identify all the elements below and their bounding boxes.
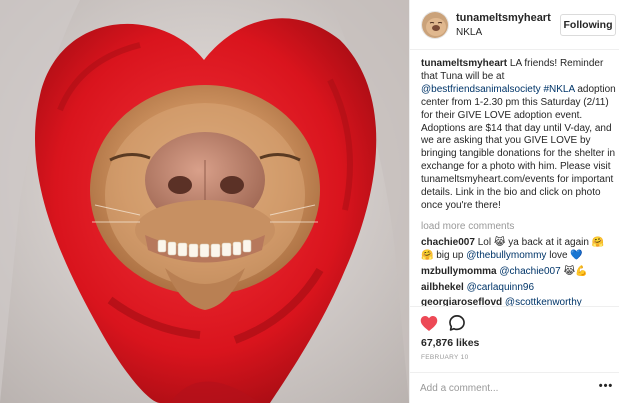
- post-date: FEBRUARY 10: [421, 354, 469, 361]
- comment-mention[interactable]: @thebullymommy: [466, 250, 546, 261]
- caption-text-3: adoption center from 1-2.30 pm this Satu…: [421, 83, 616, 211]
- laughing-cat-emoji-icon: 😹: [493, 236, 506, 248]
- comment-text: Lol: [474, 236, 494, 248]
- comments-list[interactable]: tunameltsmyheart LA friends! Reminder th…: [421, 58, 617, 306]
- flexed-biceps-emoji-icon: 💪: [575, 265, 588, 277]
- comment-mention[interactable]: @scottkenworthy: [505, 297, 582, 306]
- likes-count[interactable]: 67,876 likes: [421, 337, 479, 349]
- post-caption: tunameltsmyheart LA friends! Reminder th…: [421, 58, 617, 213]
- hugging-face-emoji-icon: 🤗: [421, 249, 434, 261]
- comment-mention[interactable]: @carlaquinn96: [467, 282, 534, 293]
- blue-heart-emoji-icon: 💙: [570, 249, 583, 261]
- add-comment-input[interactable]: [420, 379, 580, 397]
- header-username[interactable]: tunameltsmyheart: [456, 12, 551, 24]
- comment-item: georgiaroseflovd @scottkenworthy: [421, 297, 617, 306]
- comment-text: big up: [433, 249, 467, 261]
- speech-bubble-icon: [449, 315, 465, 331]
- comment-username[interactable]: georgiaroseflovd: [421, 297, 502, 306]
- caption-hashtag[interactable]: #NKLA: [543, 84, 574, 95]
- comment-text: love: [546, 249, 571, 261]
- ellipsis-icon[interactable]: •••: [598, 379, 614, 395]
- post-header: tunameltsmyheart NKLA Following: [410, 0, 619, 50]
- dog-avatar-icon: [422, 12, 448, 38]
- hugging-face-emoji-icon: 🤗: [591, 236, 605, 248]
- heart-filled-icon: [420, 316, 438, 331]
- add-comment-bar: •••: [410, 372, 619, 403]
- header-location[interactable]: NKLA: [456, 27, 482, 38]
- post-photo[interactable]: [0, 0, 409, 403]
- following-button[interactable]: Following: [560, 14, 616, 36]
- comment-item: mzbullymomma @chachie007 😹💪: [421, 266, 617, 279]
- load-more-comments-link[interactable]: load more comments: [421, 221, 617, 234]
- comment-button[interactable]: [448, 314, 466, 332]
- caption-username[interactable]: tunameltsmyheart: [421, 58, 507, 69]
- comment-username[interactable]: mzbullymomma: [421, 266, 497, 277]
- comment-item: chachie007 Lol 😹 ya back at it again 🤗 🤗 …: [421, 237, 617, 263]
- comment-username[interactable]: chachie007: [421, 237, 475, 248]
- comment-item: ailbhekel @carlaquinn96: [421, 282, 617, 295]
- comment-text: ya back at it again: [505, 236, 592, 248]
- post-side-panel: tunameltsmyheart NKLA Following tunamelt…: [409, 0, 619, 403]
- avatar[interactable]: [421, 11, 449, 39]
- post-actions: 67,876 likes FEBRUARY 10: [410, 306, 619, 372]
- laughing-cat-emoji-icon: 😹: [563, 265, 576, 277]
- caption-mention[interactable]: @bestfriendsanimalsociety: [421, 84, 541, 95]
- dog-photo-illustration: [0, 0, 409, 403]
- like-button[interactable]: [420, 315, 438, 332]
- comment-username[interactable]: ailbhekel: [421, 282, 464, 293]
- comment-mention[interactable]: @chachie007: [499, 266, 560, 277]
